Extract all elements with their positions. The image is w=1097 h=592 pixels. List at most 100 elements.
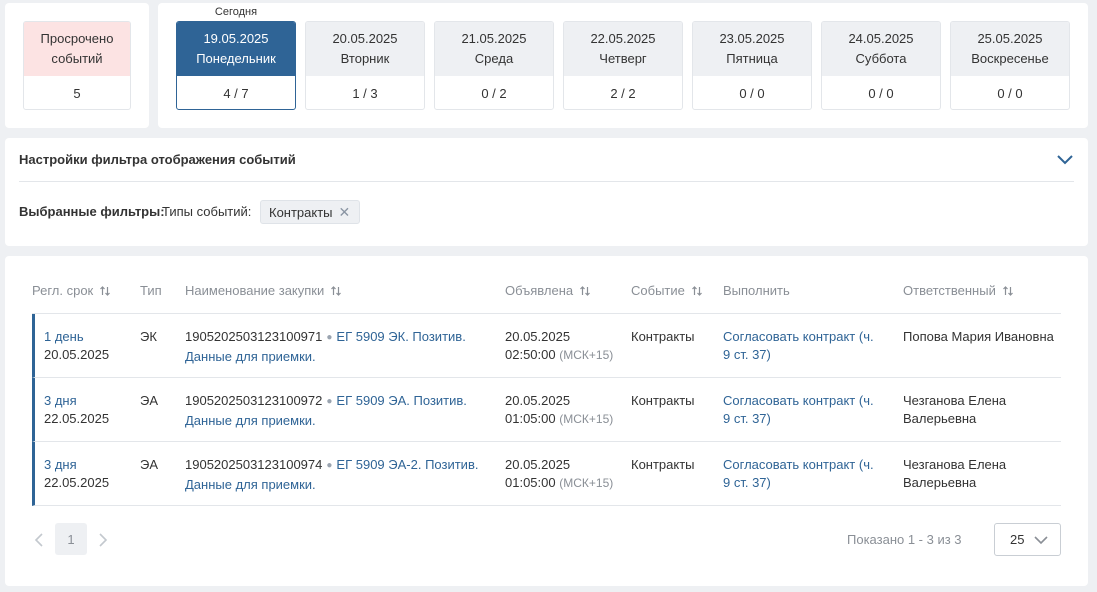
deadline-date: 22.05.2025 bbox=[44, 411, 110, 426]
day-tile-saturday[interactable]: 24.05.2025 Суббота 0 / 0 bbox=[821, 21, 941, 110]
announced-date: 20.05.2025 bbox=[505, 393, 571, 408]
chevron-left-icon[interactable] bbox=[32, 532, 46, 548]
chevron-down-icon[interactable] bbox=[1056, 152, 1074, 166]
table-row[interactable]: 3 дня 22.05.2025 ЭА 1905202503123100974 ●… bbox=[32, 442, 1061, 506]
timezone: (МСК+15) bbox=[559, 476, 614, 490]
deadline-date: 22.05.2025 bbox=[44, 475, 110, 490]
day-count: 0 / 0 bbox=[997, 85, 1023, 101]
column-header-deadline[interactable]: Регл. срок bbox=[32, 283, 111, 298]
day-weekday: Суббота bbox=[855, 51, 907, 66]
bullet-icon: ● bbox=[326, 460, 333, 471]
action-link[interactable]: Согласовать контракт (ч. 9 ст. 37) bbox=[723, 456, 874, 492]
day-tile-sunday[interactable]: 25.05.2025 Воскресенье 0 / 0 bbox=[950, 21, 1070, 110]
events-table-panel: Регл. срок Тип Наименование закупки Объя… bbox=[5, 256, 1088, 586]
action-link-line2[interactable]: 9 ст. 37) bbox=[723, 346, 874, 364]
day-tile-header: 21.05.2025 Среда bbox=[435, 22, 553, 76]
action-link[interactable]: Согласовать контракт (ч. 9 ст. 37) bbox=[723, 328, 874, 364]
procurement-link[interactable]: ЕГ 5909 ЭК. Позитив. bbox=[336, 329, 465, 344]
filter-chip-label: Контракты bbox=[269, 204, 333, 220]
day-date: 22.05.2025 bbox=[590, 31, 656, 46]
day-date: 20.05.2025 bbox=[332, 31, 398, 46]
filter-panel: Настройки фильтра отображения событий Вы… bbox=[5, 138, 1088, 246]
action-link-line1[interactable]: Согласовать контракт (ч. bbox=[723, 328, 874, 346]
chevron-right-icon[interactable] bbox=[96, 532, 110, 548]
event-type: Контракты bbox=[631, 393, 695, 408]
sort-icon[interactable] bbox=[579, 285, 591, 297]
action-link[interactable]: Согласовать контракт (ч. 9 ст. 37) bbox=[723, 392, 874, 428]
sort-icon[interactable] bbox=[330, 285, 342, 297]
column-header-event[interactable]: Событие bbox=[631, 283, 703, 298]
day-count: 0 / 0 bbox=[739, 85, 765, 101]
announced-time: 02:50:00 bbox=[505, 347, 556, 362]
overdue-events-tile[interactable]: Просрочено событий 5 bbox=[23, 21, 131, 110]
day-tile-tuesday[interactable]: 20.05.2025 Вторник 1 / 3 bbox=[305, 21, 425, 110]
action-link-line2[interactable]: 9 ст. 37) bbox=[723, 410, 874, 428]
procurement-number: 1905202503123100971 bbox=[185, 329, 323, 344]
announced-time: 01:05:00 bbox=[505, 411, 556, 426]
procurement-link-line2[interactable]: Данные для приемки. bbox=[185, 476, 485, 494]
procurement-link-line2[interactable]: Данные для приемки. bbox=[185, 348, 485, 366]
day-date: 19.05.2025 bbox=[203, 31, 269, 46]
procurement-link[interactable]: ЕГ 5909 ЭА-2. Позитив. bbox=[336, 457, 478, 472]
day-tile-header: 24.05.2025 Суббота bbox=[822, 22, 940, 76]
column-header-name[interactable]: Наименование закупки bbox=[185, 283, 342, 298]
event-type: Контракты bbox=[631, 457, 695, 472]
sort-icon[interactable] bbox=[99, 285, 111, 297]
event-type: Контракты bbox=[631, 329, 695, 344]
table-row[interactable]: 1 день 20.05.2025 ЭК 1905202503123100971… bbox=[32, 314, 1061, 378]
page-size-value: 25 bbox=[1010, 532, 1025, 547]
column-header-action: Выполнить bbox=[723, 283, 790, 298]
responsible-name: Попова Мария Ивановна bbox=[903, 329, 1054, 344]
column-header-label: Ответственный bbox=[903, 283, 996, 298]
column-header-label: Тип bbox=[140, 283, 162, 298]
column-header-label: Выполнить bbox=[723, 283, 790, 298]
column-header-responsible[interactable]: Ответственный bbox=[903, 283, 1014, 298]
day-tile-friday[interactable]: 23.05.2025 Пятница 0 / 0 bbox=[692, 21, 812, 110]
action-link-line1[interactable]: Согласовать контракт (ч. bbox=[723, 392, 874, 410]
close-icon[interactable]: ✕ bbox=[339, 205, 351, 219]
event-types-label: Типы событий: bbox=[162, 204, 252, 219]
day-weekday: Четверг bbox=[599, 51, 647, 66]
deadline-term: 3 дня bbox=[44, 457, 77, 472]
chevron-down-icon bbox=[1034, 536, 1048, 545]
divider bbox=[19, 181, 1074, 182]
day-weekday: Среда bbox=[474, 51, 514, 66]
action-link-line2[interactable]: 9 ст. 37) bbox=[723, 474, 874, 492]
day-tile-monday[interactable]: 19.05.2025 Понедельник 4 / 7 bbox=[176, 21, 296, 110]
page-size-select[interactable]: 25 bbox=[994, 523, 1061, 556]
selected-filters-label: Выбранные фильтры: bbox=[19, 204, 165, 219]
procurement-type: ЭК bbox=[140, 329, 157, 344]
responsible-name-line2: Валерьевна bbox=[903, 411, 977, 426]
column-header-label: Событие bbox=[631, 283, 685, 298]
column-header-label: Объявлена bbox=[505, 283, 574, 298]
day-tile-thursday[interactable]: 22.05.2025 Четверг 2 / 2 bbox=[563, 21, 683, 110]
table-row[interactable]: 3 дня 22.05.2025 ЭА 1905202503123100972 ●… bbox=[32, 378, 1061, 442]
timezone: (МСК+15) bbox=[559, 348, 614, 362]
shown-count-label: Показано 1 - 3 из 3 bbox=[847, 532, 962, 547]
sort-icon[interactable] bbox=[691, 285, 703, 297]
deadline-term: 1 день bbox=[44, 329, 84, 344]
timezone: (МСК+15) bbox=[559, 412, 614, 426]
day-date: 25.05.2025 bbox=[977, 31, 1043, 46]
day-count: 1 / 3 bbox=[352, 85, 378, 101]
sort-icon[interactable] bbox=[1002, 285, 1014, 297]
day-tile-header: 19.05.2025 Понедельник bbox=[177, 22, 295, 76]
deadline-date: 20.05.2025 bbox=[44, 347, 110, 362]
today-label: Сегодня bbox=[214, 6, 258, 18]
day-count: 0 / 2 bbox=[481, 85, 507, 101]
column-header-type: Тип bbox=[140, 283, 162, 298]
week-calendar: Сегодня 19.05.2025 Понедельник 4 / 7 20.… bbox=[158, 3, 1088, 128]
pagination-current-page[interactable]: 1 bbox=[55, 523, 87, 555]
column-header-announced[interactable]: Объявлена bbox=[505, 283, 591, 298]
procurement-link[interactable]: ЕГ 5909 ЭА. Позитив. bbox=[336, 393, 466, 408]
day-date: 21.05.2025 bbox=[461, 31, 527, 46]
day-tile-wednesday[interactable]: 21.05.2025 Среда 0 / 2 bbox=[434, 21, 554, 110]
procurement-link-line2[interactable]: Данные для приемки. bbox=[185, 412, 485, 430]
overdue-label-line2: событий bbox=[51, 51, 103, 66]
bullet-icon: ● bbox=[326, 332, 333, 343]
day-tile-header: 22.05.2025 Четверг bbox=[564, 22, 682, 76]
action-link-line1[interactable]: Согласовать контракт (ч. bbox=[723, 456, 874, 474]
filter-panel-title[interactable]: Настройки фильтра отображения событий bbox=[19, 152, 296, 167]
column-header-label: Регл. срок bbox=[32, 283, 94, 298]
day-tile-header: 20.05.2025 Вторник bbox=[306, 22, 424, 76]
